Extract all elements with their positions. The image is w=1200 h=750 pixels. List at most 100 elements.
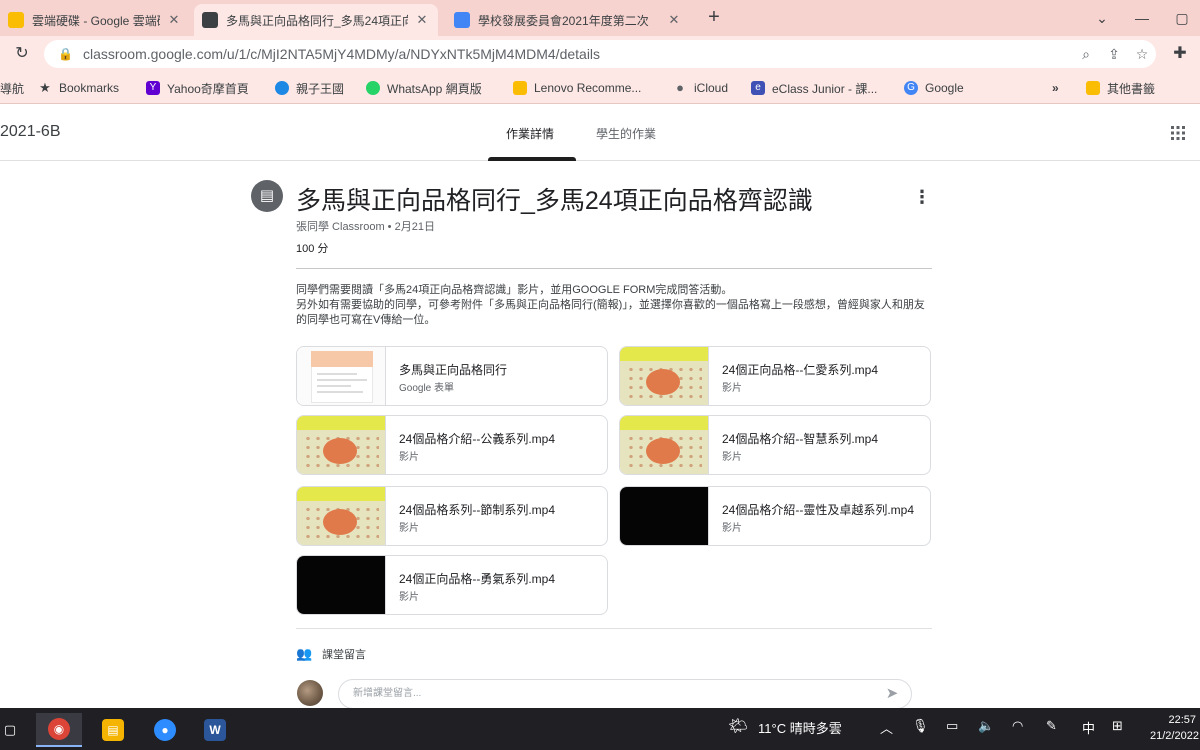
folder-icon bbox=[1086, 81, 1100, 95]
assignment-title: 多馬與正向品格同行_多馬24項正向品格齊認識 bbox=[296, 187, 813, 215]
bookmark-item[interactable]: Lenovo Recomme... bbox=[513, 78, 641, 98]
address-bar[interactable]: 🔒 classroom.google.com/u/1/c/MjI2NTA5MjY… bbox=[44, 40, 1156, 68]
assignment-points: 100 分 bbox=[296, 243, 329, 255]
bookmark-label: 其他書籤 bbox=[1107, 81, 1156, 96]
bookmark-item[interactable]: G Google bbox=[904, 78, 964, 98]
class-name[interactable]: 2021-6B bbox=[0, 123, 61, 141]
description-line: 另外如有需要協助的同學，可參考附件「多馬與正向品格同行(簡報)」，並選擇你喜歡的… bbox=[296, 299, 925, 326]
clock-time: 22:57 bbox=[1168, 714, 1196, 726]
bookmark-item[interactable]: 導航 bbox=[0, 78, 24, 98]
bookmark-label: Bookmarks bbox=[59, 81, 120, 95]
close-tab-icon[interactable]: ✕ bbox=[666, 12, 682, 28]
attachment-card[interactable]: 24個品格介紹--公義系列.mp4 影片 bbox=[296, 415, 608, 475]
class-comments-header[interactable]: 👥 課堂留言 bbox=[296, 646, 366, 662]
tab-title: 雲端硬碟 - Google 雲端硬碟 bbox=[32, 13, 160, 28]
pen-icon[interactable]: ✎ bbox=[1046, 718, 1057, 734]
volume-icon[interactable]: 🔈 bbox=[978, 718, 994, 734]
taskbar-app-zoom[interactable]: ● bbox=[142, 713, 188, 747]
star-icon[interactable]: ☆ bbox=[1128, 46, 1156, 63]
attachment-type: 影片 bbox=[399, 452, 419, 463]
bookmark-item[interactable]: e eClass Junior - 課... bbox=[751, 78, 877, 98]
bookmark-label: eClass Junior - 課... bbox=[772, 81, 878, 96]
attachment-card[interactable]: 24個正向品格--勇氣系列.mp4 影片 bbox=[296, 555, 608, 615]
yahoo-icon: Y bbox=[146, 81, 160, 95]
folder-icon: ▤ bbox=[102, 719, 124, 741]
taskbar-app-chrome[interactable]: ◉ bbox=[36, 713, 82, 747]
input-method-indicator[interactable]: 中 bbox=[1082, 718, 1095, 737]
assignment-description: 同學們需要閱讀「多馬24項正向品格齊認識」影片，並用GOOGLE FORM完成問… bbox=[296, 283, 932, 328]
attachment-title: 24個正向品格--仁愛系列.mp4 bbox=[722, 363, 879, 377]
tab-title: 多馬與正向品格同行_多馬24項正向 bbox=[226, 13, 408, 28]
bookmarks-bar: 導航 ★ Bookmarks Y Yahoo奇摩首頁 親子王國 WhatsApp… bbox=[0, 72, 1200, 104]
bookmark-item[interactable]: Y Yahoo奇摩首頁 bbox=[146, 78, 249, 98]
bookmark-item[interactable]: WhatsApp 網頁版 bbox=[366, 78, 482, 98]
assignment-icon: ▤ bbox=[251, 180, 283, 212]
microphone-icon[interactable]: 🎙 bbox=[912, 718, 929, 734]
attachment-type: 影片 bbox=[722, 523, 742, 534]
bookmark-label: iCloud bbox=[694, 81, 729, 95]
tab-instructions[interactable]: 作業詳情 bbox=[506, 125, 554, 142]
bookmark-label: WhatsApp 網頁版 bbox=[387, 81, 482, 96]
form-thumbnail bbox=[297, 347, 386, 405]
bookmark-label: Lenovo Recomme... bbox=[534, 81, 642, 95]
keyboard-icon[interactable]: ⊞ bbox=[1112, 718, 1123, 734]
attachment-card[interactable]: 24個品格系列--節制系列.mp4 影片 bbox=[296, 486, 608, 546]
bookmark-item[interactable]: ● iCloud bbox=[673, 78, 728, 98]
attachment-type: 影片 bbox=[399, 592, 419, 603]
minimize-icon[interactable]: — bbox=[1122, 4, 1162, 32]
class-comment-input[interactable]: 新增課堂留言... bbox=[338, 679, 912, 708]
tab-student-work[interactable]: 學生的作業 bbox=[596, 125, 656, 142]
weather-icon[interactable]: 🌤 bbox=[728, 716, 748, 736]
maximize-icon[interactable]: ▢ bbox=[1162, 4, 1200, 32]
bookmark-label: 親子王國 bbox=[296, 81, 345, 96]
browser-tab-assignment[interactable]: 多馬與正向品格同行_多馬24項正向 ✕ bbox=[194, 4, 438, 36]
search-icon[interactable]: ⌕ bbox=[1072, 46, 1100, 63]
lock-icon[interactable]: 🔒 bbox=[58, 47, 73, 61]
whatsapp-icon bbox=[366, 81, 380, 95]
attachment-title: 多馬與正向品格同行 bbox=[399, 363, 508, 377]
comments-divider bbox=[296, 628, 932, 629]
windows-taskbar: ▢ ◉ ▤ ● W 🌤 11°C 晴時多雲 ︿ 🎙 ▭ 🔈 ◠ ✎ 中 ⊞ 22… bbox=[0, 708, 1200, 750]
extensions-icon[interactable]: ✚ bbox=[1168, 42, 1192, 66]
docs-favicon-icon bbox=[454, 12, 470, 28]
more-options-icon[interactable]: ⋮ bbox=[912, 185, 932, 209]
attachment-type: 影片 bbox=[722, 452, 742, 463]
new-tab-button[interactable]: + bbox=[702, 6, 726, 30]
close-tab-icon[interactable]: ✕ bbox=[166, 12, 182, 28]
eclass-icon: e bbox=[751, 81, 765, 95]
weather-text[interactable]: 11°C 晴時多雲 bbox=[758, 718, 842, 737]
attachment-card[interactable]: 多馬與正向品格同行 Google 表單 bbox=[296, 346, 608, 406]
bookmark-item[interactable]: 親子王國 bbox=[275, 78, 344, 98]
attachment-card[interactable]: 24個正向品格--仁愛系列.mp4 影片 bbox=[619, 346, 931, 406]
attachment-title: 24個正向品格--勇氣系列.mp4 bbox=[399, 572, 556, 586]
taskbar-app-file-explorer[interactable]: ▤ bbox=[90, 713, 136, 747]
tab-search-icon[interactable]: ⌄ bbox=[1082, 4, 1122, 32]
attachment-card[interactable]: 24個品格介紹--靈性及卓越系列.mp4 影片 bbox=[619, 486, 931, 546]
reload-icon[interactable]: ↻ bbox=[10, 42, 34, 66]
video-thumbnail bbox=[620, 347, 709, 405]
send-icon[interactable]: ➤ bbox=[882, 684, 902, 704]
clock-date: 21/2/2022 bbox=[1150, 730, 1199, 742]
browser-tab-strip: 雲端硬碟 - Google 雲端硬碟 ✕ 多馬與正向品格同行_多馬24項正向 ✕… bbox=[0, 0, 1200, 36]
battery-icon[interactable]: ▭ bbox=[946, 718, 958, 734]
task-view-icon[interactable]: ▢ bbox=[0, 713, 20, 747]
more-bookmarks-icon[interactable]: » bbox=[1052, 78, 1059, 98]
bookmark-label: 導航 bbox=[0, 81, 25, 96]
share-icon[interactable]: ⇪ bbox=[1100, 46, 1128, 63]
google-icon: G bbox=[904, 81, 918, 95]
show-hidden-icons-icon[interactable]: ︿ bbox=[880, 718, 893, 737]
video-thumbnail bbox=[297, 556, 386, 614]
browser-tab-drive[interactable]: 雲端硬碟 - Google 雲端硬碟 ✕ bbox=[0, 4, 190, 36]
bookmark-label: Yahoo奇摩首頁 bbox=[167, 81, 249, 96]
close-tab-icon[interactable]: ✕ bbox=[414, 12, 430, 28]
attachment-card[interactable]: 24個品格介紹--智慧系列.mp4 影片 bbox=[619, 415, 931, 475]
wifi-icon[interactable]: ◠ bbox=[1012, 718, 1023, 734]
taskbar-app-word[interactable]: W bbox=[192, 713, 238, 747]
google-apps-icon[interactable] bbox=[1170, 125, 1186, 141]
bookmark-item[interactable]: ★ Bookmarks bbox=[38, 78, 119, 98]
browser-tab-docs[interactable]: 學校發展委員會2021年度第二次 ✕ bbox=[446, 4, 690, 36]
system-clock[interactable]: 22:57 21/2/2022 bbox=[1150, 712, 1199, 744]
header-divider bbox=[296, 268, 932, 269]
bookmark-item[interactable]: 其他書籤 bbox=[1086, 78, 1155, 98]
video-thumbnail bbox=[620, 416, 709, 474]
